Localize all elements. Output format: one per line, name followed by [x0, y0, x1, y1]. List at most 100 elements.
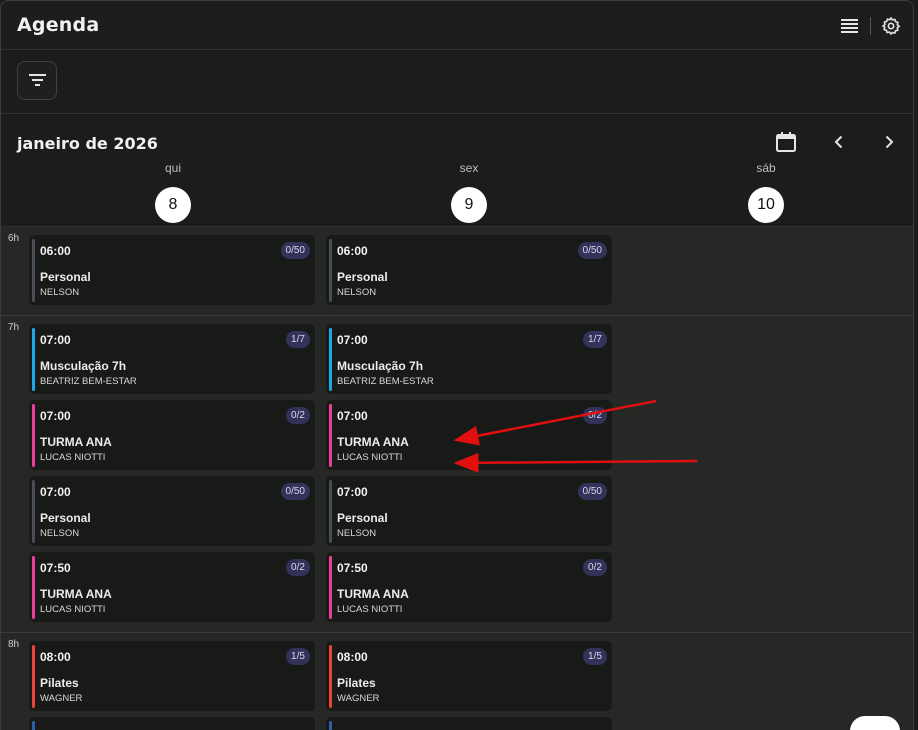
hour-label: 8h	[8, 639, 20, 650]
event-capacity-badge: 0/2	[286, 407, 310, 424]
event-color-bar	[32, 556, 35, 619]
event-time: 07:00	[337, 409, 368, 423]
event-card[interactable]: 07:00 0/50 Personal NELSON	[29, 476, 315, 546]
filter-bar	[0, 50, 914, 114]
event-color-bar	[32, 328, 35, 391]
event-name: Personal	[337, 511, 388, 525]
event-card[interactable]: 07:00 1/7 Musculação 7h BEATRIZ BEM-ESTA…	[29, 324, 315, 394]
event-capacity-badge: 0/50	[280, 242, 310, 259]
event-capacity-badge: 0/2	[583, 407, 607, 424]
day-number[interactable]: 8	[155, 187, 191, 223]
event-color-bar	[329, 239, 332, 302]
day-header-qui: qui 8	[143, 161, 203, 223]
event-instructor: NELSON	[40, 287, 80, 298]
event-name: TURMA ANA	[337, 587, 409, 601]
chevron-left-icon[interactable]	[831, 134, 847, 150]
list-view-icon[interactable]	[841, 18, 858, 34]
chevron-right-icon[interactable]	[881, 134, 897, 150]
event-card[interactable]: 07:00 0/2 TURMA ANA LUCAS NIOTTI	[29, 400, 315, 470]
filter-icon	[29, 74, 46, 86]
event-time: 07:00	[40, 409, 71, 423]
event-card[interactable]: 08:00 1/5 Pilates WAGNER	[29, 641, 315, 711]
event-color-bar	[329, 645, 332, 708]
day-name: qui	[164, 161, 181, 175]
event-name: Personal	[40, 270, 91, 284]
event-card[interactable]: 07:50 0/2 TURMA ANA LUCAS NIOTTI	[326, 552, 612, 622]
event-card[interactable]: 07:00 0/2 TURMA ANA LUCAS NIOTTI	[326, 400, 612, 470]
day-header-sab: sáb 10	[736, 161, 796, 223]
event-instructor: LUCAS NIOTTI	[40, 604, 106, 615]
event-time: 06:00	[337, 244, 368, 258]
event-name: Pilates	[40, 676, 79, 690]
event-capacity-badge: 1/5	[583, 648, 607, 665]
day-number[interactable]: 10	[748, 187, 784, 223]
event-color-bar	[32, 404, 35, 467]
event-card-partial[interactable]	[29, 717, 315, 730]
event-instructor: WAGNER	[40, 693, 83, 704]
event-instructor: WAGNER	[337, 693, 380, 704]
event-capacity-badge: 1/7	[286, 331, 310, 348]
floating-action-button[interactable]	[850, 716, 900, 730]
event-instructor: NELSON	[337, 287, 377, 298]
event-instructor: LUCAS NIOTTI	[337, 604, 403, 615]
gear-icon[interactable]	[881, 16, 901, 36]
event-color-bar	[329, 556, 332, 619]
event-capacity-badge: 0/50	[577, 242, 607, 259]
filter-button[interactable]	[17, 61, 57, 100]
event-card[interactable]: 07:50 0/2 TURMA ANA LUCAS NIOTTI	[29, 552, 315, 622]
month-title: janeiro de 2026	[17, 134, 158, 153]
calendar-icon[interactable]	[775, 131, 797, 153]
event-card[interactable]: 07:00 0/50 Personal NELSON	[326, 476, 612, 546]
event-color-bar	[329, 721, 332, 730]
event-time: 07:00	[337, 485, 368, 499]
event-color-bar	[32, 480, 35, 543]
event-card[interactable]: 06:00 0/50 Personal NELSON	[29, 235, 315, 305]
hour-label: 6h	[8, 233, 20, 244]
event-name: Pilates	[337, 676, 376, 690]
event-time: 06:00	[40, 244, 71, 258]
event-time: 07:00	[40, 333, 71, 347]
event-instructor: BEATRIZ BEM-ESTAR	[337, 376, 434, 387]
event-capacity-badge: 0/2	[583, 559, 607, 576]
calendar-header: janeiro de 2026 qui 8 sex 9 sáb 10	[0, 114, 914, 227]
day-name: sáb	[756, 161, 776, 175]
event-capacity-badge: 1/5	[286, 648, 310, 665]
event-instructor: LUCAS NIOTTI	[337, 452, 403, 463]
event-instructor: LUCAS NIOTTI	[40, 452, 106, 463]
hour-label: 7h	[8, 322, 20, 333]
event-instructor: NELSON	[40, 528, 80, 539]
event-color-bar	[32, 645, 35, 708]
event-name: Musculação 7h	[40, 359, 127, 373]
event-time: 07:50	[40, 561, 71, 575]
event-card[interactable]: 06:00 0/50 Personal NELSON	[326, 235, 612, 305]
event-capacity-badge: 1/7	[583, 331, 607, 348]
event-capacity-badge: 0/50	[280, 483, 310, 500]
event-instructor: NELSON	[337, 528, 377, 539]
event-color-bar	[329, 328, 332, 391]
event-name: TURMA ANA	[40, 435, 112, 449]
event-card[interactable]: 07:00 1/7 Musculação 7h BEATRIZ BEM-ESTA…	[326, 324, 612, 394]
day-name: sex	[459, 161, 479, 175]
event-color-bar	[329, 404, 332, 467]
event-capacity-badge: 0/50	[577, 483, 607, 500]
event-time: 08:00	[40, 650, 71, 664]
event-name: Personal	[40, 511, 91, 525]
event-color-bar	[329, 480, 332, 543]
event-name: Personal	[337, 270, 388, 284]
event-time: 07:00	[337, 333, 368, 347]
event-instructor: BEATRIZ BEM-ESTAR	[40, 376, 137, 387]
calendar-grid: 6h 7h 8h 06:00 0/50 Personal NELSON 07:0…	[0, 227, 914, 730]
event-card-partial[interactable]	[326, 717, 612, 730]
event-name: TURMA ANA	[337, 435, 409, 449]
event-time: 08:00	[337, 650, 368, 664]
event-card[interactable]: 08:00 1/5 Pilates WAGNER	[326, 641, 612, 711]
day-number[interactable]: 9	[451, 187, 487, 223]
event-capacity-badge: 0/2	[286, 559, 310, 576]
event-time: 07:00	[40, 485, 71, 499]
event-name: Musculação 7h	[337, 359, 424, 373]
event-color-bar	[32, 721, 35, 730]
day-header-sex: sex 9	[439, 161, 499, 223]
event-color-bar	[32, 239, 35, 302]
app-header: Agenda	[0, 0, 914, 50]
event-time: 07:50	[337, 561, 368, 575]
